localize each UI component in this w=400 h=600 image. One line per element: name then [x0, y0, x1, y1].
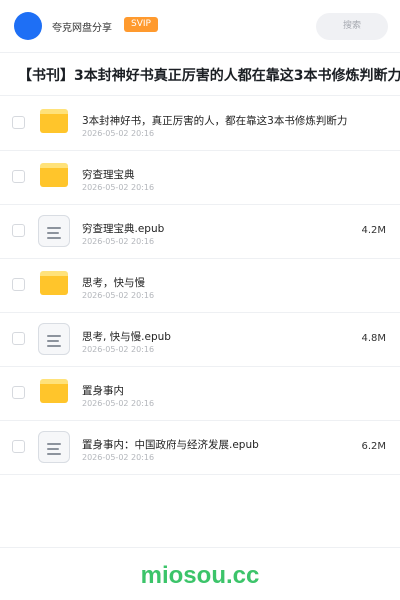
file-time: 2026-05-02 20:16	[82, 291, 155, 300]
page-title: 【书刊】3本封神好书真正厉害的人都在靠这3本书修炼判断力	[18, 68, 400, 84]
file-time: 2026-05-02 20:16	[82, 183, 155, 192]
header-bar: 夸克网盘分享 SVIP 搜索	[0, 0, 400, 52]
checkbox[interactable]	[12, 224, 25, 237]
file-list: 3本封神好书，真正厉害的人，都在靠这3本书修炼判断力 2026-05-02 20…	[0, 97, 400, 475]
file-size: 4.8M	[361, 333, 386, 344]
title-bar: 【书刊】3本封神好书真正厉害的人都在靠这3本书修炼判断力	[0, 52, 400, 96]
search-input[interactable]: 搜索	[316, 13, 388, 40]
folder-icon	[40, 379, 68, 403]
file-size: 4.2M	[361, 225, 386, 236]
file-name: 思考, 快与慢.epub	[82, 331, 171, 343]
file-time: 2026-05-02 20:16	[82, 237, 155, 246]
document-icon	[38, 323, 70, 355]
file-size: 6.2M	[361, 441, 386, 452]
checkbox[interactable]	[12, 440, 25, 453]
checkbox[interactable]	[12, 278, 25, 291]
file-name: 穷查理宝典.epub	[82, 223, 165, 235]
document-icon	[38, 215, 70, 247]
folder-icon	[40, 109, 68, 133]
checkbox[interactable]	[12, 332, 25, 345]
list-item[interactable]: 穷查理宝典 2026-05-02 20:16	[0, 151, 400, 205]
watermark: miosou.cc	[140, 562, 260, 589]
checkbox[interactable]	[12, 170, 25, 183]
file-name: 置身事内	[82, 385, 124, 397]
folder-icon	[40, 271, 68, 295]
file-name: 穷查理宝典	[82, 169, 135, 181]
checkbox[interactable]	[12, 116, 25, 129]
list-item[interactable]: 置身事内 2026-05-02 20:16	[0, 367, 400, 421]
file-name: 3本封神好书，真正厉害的人，都在靠这3本书修炼判断力	[82, 115, 348, 127]
document-icon	[38, 431, 70, 463]
footer-divider	[0, 547, 400, 548]
checkbox[interactable]	[12, 386, 25, 399]
file-name: 思考，快与慢	[82, 277, 145, 289]
list-item[interactable]: 思考，快与慢 2026-05-02 20:16	[0, 259, 400, 313]
avatar[interactable]	[14, 12, 42, 40]
folder-icon	[40, 163, 68, 187]
list-item[interactable]: 思考, 快与慢.epub 2026-05-02 20:16 4.8M	[0, 313, 400, 367]
file-time: 2026-05-02 20:16	[82, 399, 155, 408]
file-name: 置身事内：中国政府与经济发展.epub	[82, 439, 259, 451]
file-time: 2026-05-02 20:16	[82, 129, 155, 138]
share-name: 夸克网盘分享	[52, 23, 112, 34]
list-item[interactable]: 3本封神好书，真正厉害的人，都在靠这3本书修炼判断力 2026-05-02 20…	[0, 97, 400, 151]
file-time: 2026-05-02 20:16	[82, 453, 155, 462]
list-item[interactable]: 穷查理宝典.epub 2026-05-02 20:16 4.2M	[0, 205, 400, 259]
svip-badge: SVIP	[124, 17, 158, 32]
file-time: 2026-05-02 20:16	[82, 345, 155, 354]
list-item[interactable]: 置身事内：中国政府与经济发展.epub 2026-05-02 20:16 6.2…	[0, 421, 400, 475]
